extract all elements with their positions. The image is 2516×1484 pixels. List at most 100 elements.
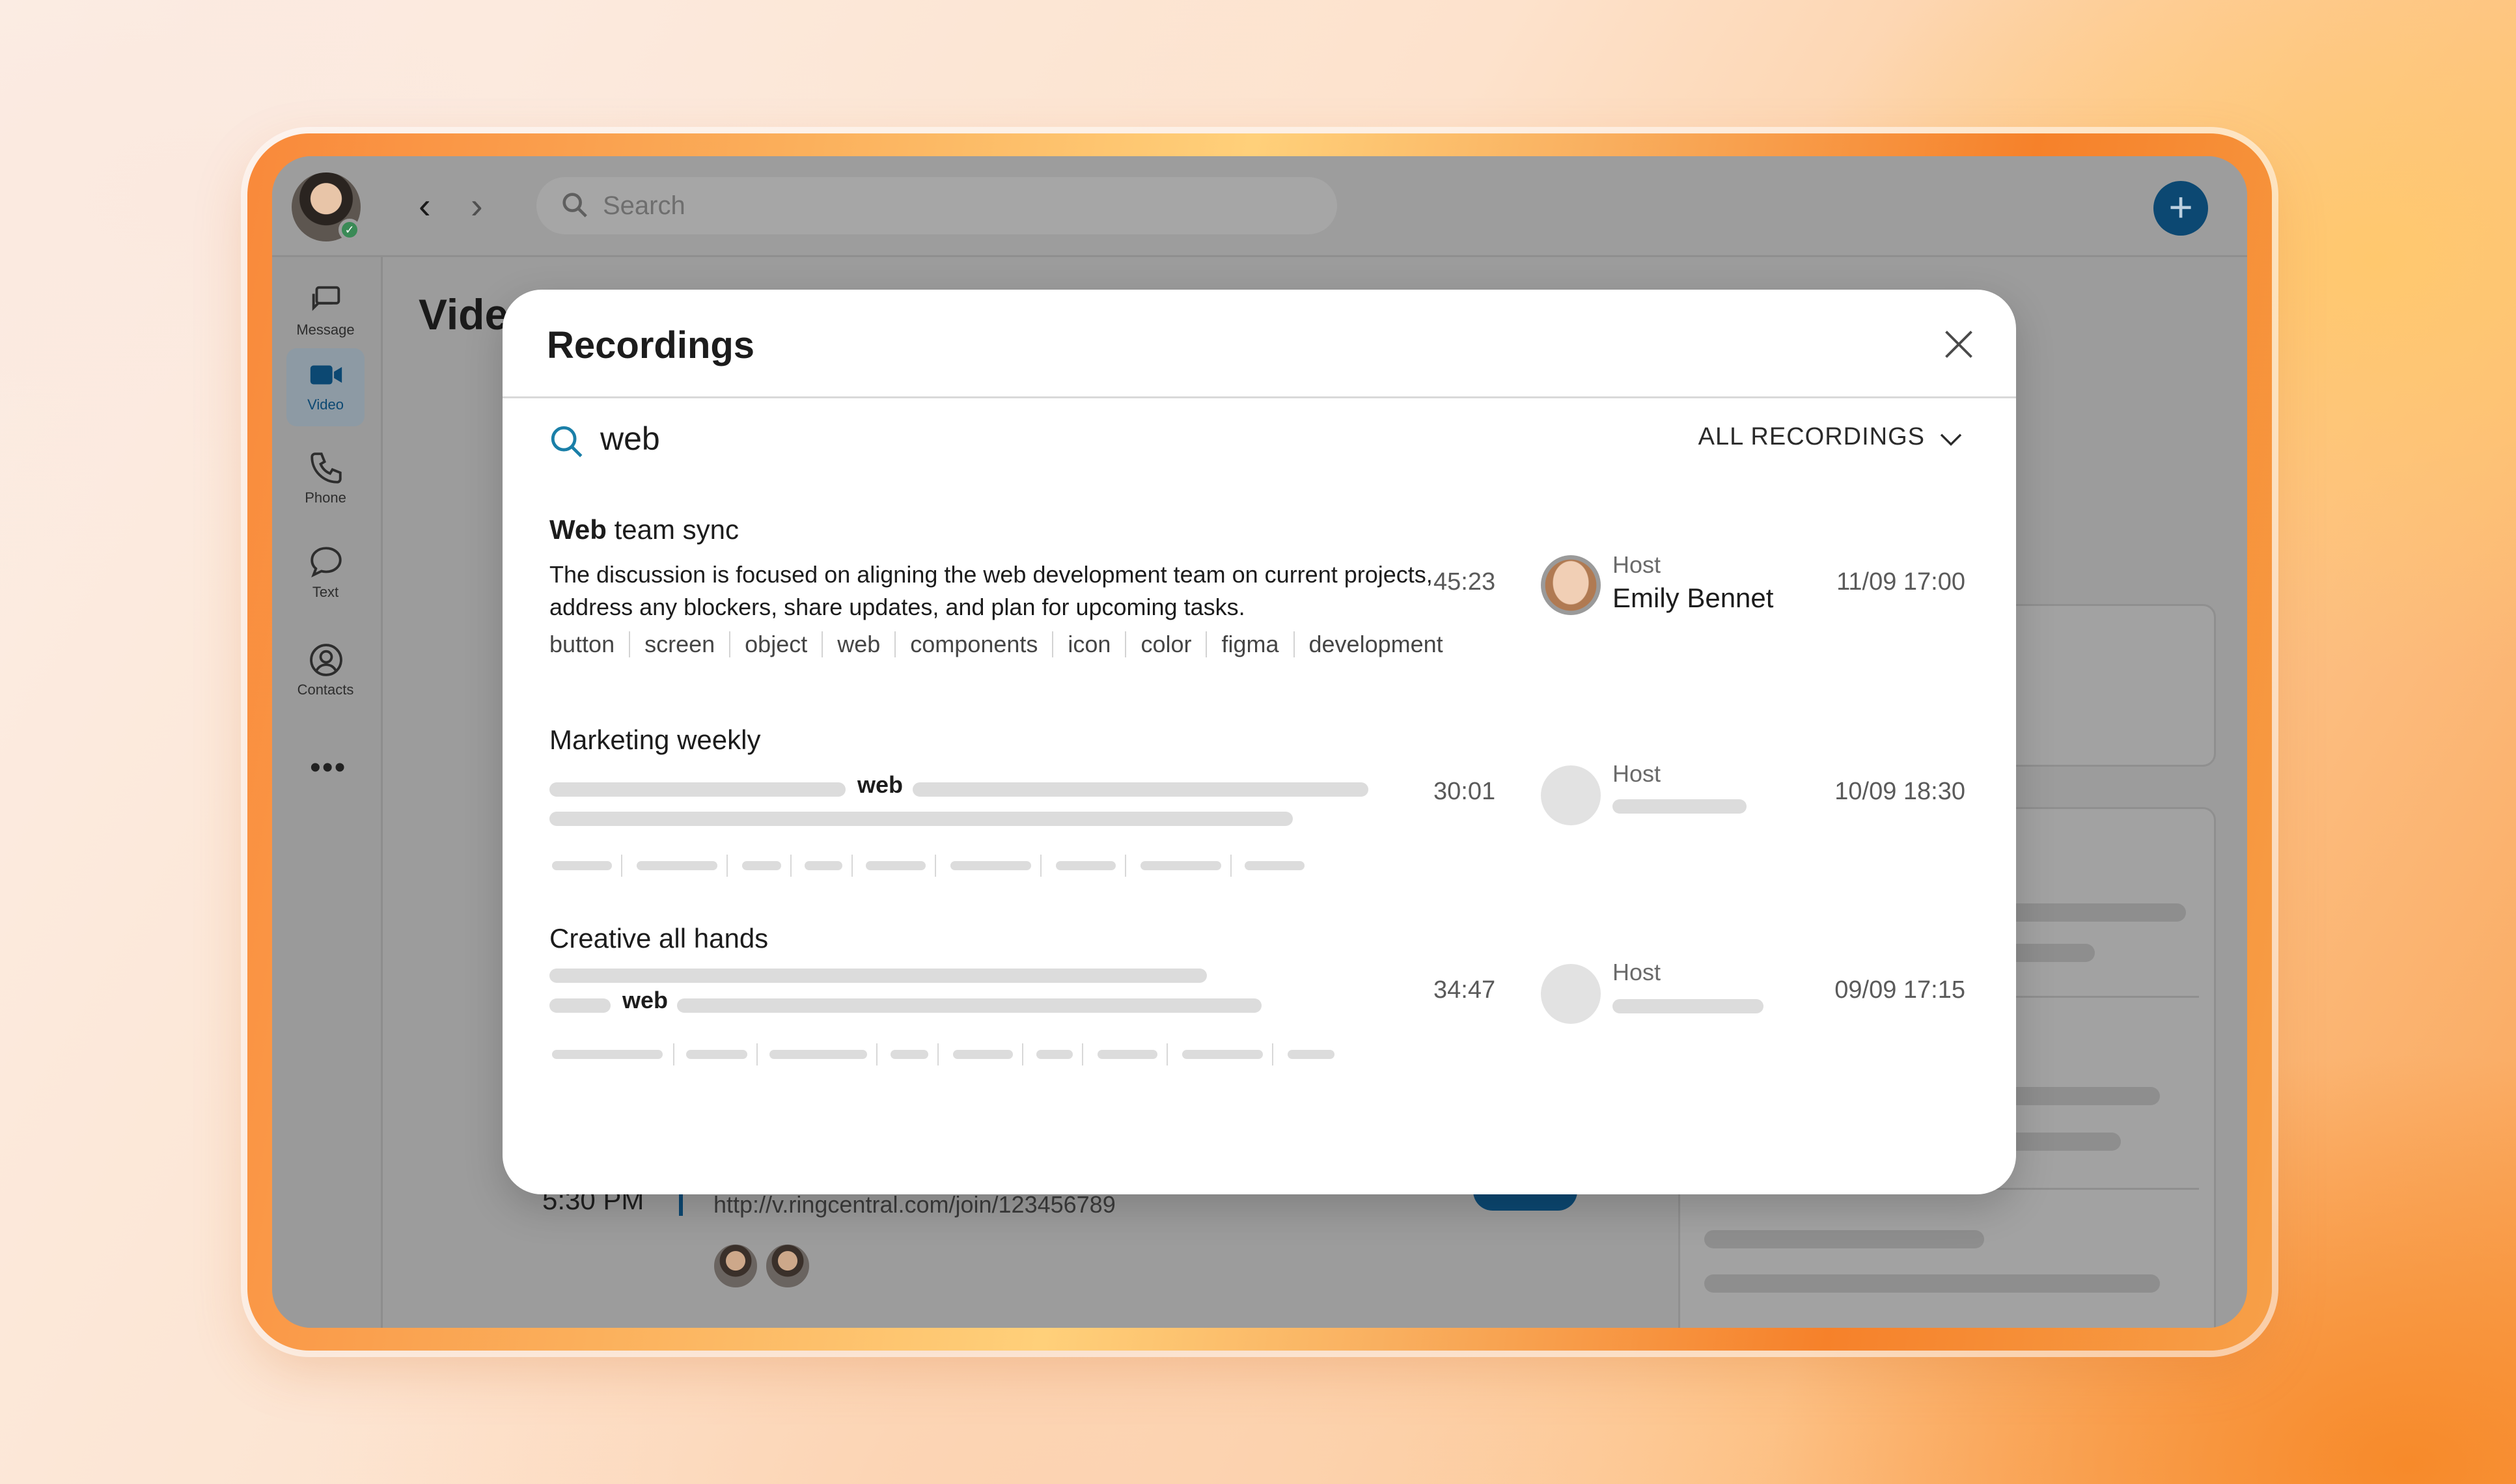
skeleton-line [549, 969, 1207, 983]
tag-divider [935, 855, 936, 877]
recording-title: Marketing weekly [549, 724, 761, 755]
skeleton-tag [1182, 1050, 1263, 1059]
skeleton-tag [1056, 861, 1116, 870]
meeting-link[interactable]: http://v.ringcentral.com/join/123456789 [713, 1191, 1116, 1218]
text-icon [311, 547, 342, 578]
tag[interactable]: web [822, 631, 894, 657]
tag[interactable]: screen [629, 631, 729, 657]
tag-divider [937, 1043, 939, 1065]
snippet-highlight: web [857, 771, 904, 798]
left-navigation: Message Video Phone Text Contacts ••• [272, 257, 383, 1328]
close-icon[interactable] [1942, 327, 1976, 361]
skeleton-line [549, 782, 846, 797]
nav-label-phone: Phone [305, 489, 346, 506]
tag[interactable]: components [894, 631, 1052, 657]
nav-item-video[interactable]: Video [286, 348, 365, 426]
tag-divider [1082, 1043, 1083, 1065]
nav-label-text: Text [312, 584, 339, 600]
recording-date: 09/09 17:15 [1834, 976, 1965, 1004]
skeleton-tag [552, 1050, 663, 1059]
dialog-title: Recordings [547, 324, 755, 366]
tag-divider [1167, 1043, 1168, 1065]
tag-divider [790, 855, 792, 877]
tag[interactable]: figma [1206, 631, 1293, 657]
host-label: Host [1612, 959, 1661, 985]
tag-divider [1230, 855, 1232, 877]
tag-divider [726, 855, 728, 877]
skeleton-tag [769, 1050, 867, 1059]
tag[interactable]: icon [1052, 631, 1125, 657]
host-name-skeleton [1612, 999, 1763, 1013]
tag[interactable]: development [1293, 631, 1458, 657]
skeleton-tag [1288, 1050, 1334, 1059]
tag-divider [756, 1043, 758, 1065]
tag-divider [1272, 1043, 1273, 1065]
nav-label-message: Message [296, 322, 355, 338]
skeleton-tag [1036, 1050, 1073, 1059]
tag-divider [621, 855, 622, 877]
recording-title: Web team sync [549, 514, 739, 545]
skeleton-tag [742, 861, 781, 870]
host-avatar [1541, 964, 1601, 1024]
page-title: Vide [419, 290, 509, 338]
skeleton-line [677, 998, 1262, 1013]
participant-avatar [712, 1242, 760, 1290]
search-icon [562, 193, 587, 217]
skeleton-tag [950, 861, 1031, 870]
recording-duration: 45:23 [1433, 568, 1496, 596]
video-icon [310, 365, 342, 385]
skeleton-tag [552, 861, 612, 870]
tag-divider [876, 1043, 878, 1065]
dialog-divider [503, 396, 2016, 398]
recording-duration: 30:01 [1433, 778, 1496, 805]
host-label: Host [1612, 551, 1661, 578]
skeleton-tag [1098, 1050, 1157, 1059]
tag[interactable]: color [1125, 631, 1206, 657]
tag-divider [673, 1043, 674, 1065]
recording-title: Creative all hands [549, 923, 769, 954]
host-avatar [1541, 555, 1601, 615]
skeleton-line [549, 998, 611, 1013]
search-placeholder: Search [603, 191, 685, 220]
nav-label-video: Video [307, 396, 344, 413]
nav-item-text[interactable]: Text [286, 536, 365, 614]
skeleton-tag [637, 861, 717, 870]
filter-dropdown[interactable]: ALL RECORDINGS [1698, 423, 1925, 451]
message-icon [312, 286, 340, 311]
recording-date: 11/09 17:00 [1836, 568, 1965, 596]
skeleton-line [549, 812, 1293, 826]
skeleton-line [913, 782, 1368, 797]
nav-label-contacts: Contacts [297, 681, 354, 698]
recordings-search-input[interactable]: web [600, 420, 660, 458]
more-icon[interactable]: ••• [310, 752, 346, 784]
contacts-icon [310, 644, 342, 676]
new-action-button[interactable]: + [2153, 181, 2208, 236]
presence-check-icon: ✓ [339, 219, 361, 241]
recording-description: The discussion is focused on aligning th… [549, 561, 1433, 620]
host-name-skeleton [1612, 799, 1747, 814]
recording-date: 10/09 18:30 [1834, 778, 1965, 805]
host-name: Emily Bennet [1612, 583, 1774, 613]
forward-arrow-icon[interactable]: › [471, 187, 483, 224]
nav-item-message[interactable]: Message [286, 273, 365, 351]
snippet-highlight: web [622, 987, 669, 1013]
tag[interactable]: button [549, 631, 629, 657]
host-label: Host [1612, 760, 1661, 787]
skeleton-tag [891, 1050, 928, 1059]
global-search-input[interactable]: Search [536, 177, 1337, 234]
skeleton-tag [805, 861, 842, 870]
skeleton-tag [953, 1050, 1013, 1059]
tag[interactable]: object [729, 631, 822, 657]
tag-divider [1125, 855, 1126, 877]
search-icon [551, 426, 583, 458]
skeleton-tag [686, 1050, 747, 1059]
skeleton-tag [866, 861, 926, 870]
nav-item-contacts[interactable]: Contacts [286, 633, 365, 711]
phone-icon [311, 452, 342, 484]
recording-tags: button screen object web components icon… [549, 631, 1458, 657]
chevron-down-icon[interactable] [1938, 430, 1964, 450]
skeleton-tag [1140, 861, 1221, 870]
nav-item-phone[interactable]: Phone [286, 441, 365, 519]
tag-divider [1040, 855, 1042, 877]
back-arrow-icon[interactable]: ‹ [419, 187, 431, 224]
